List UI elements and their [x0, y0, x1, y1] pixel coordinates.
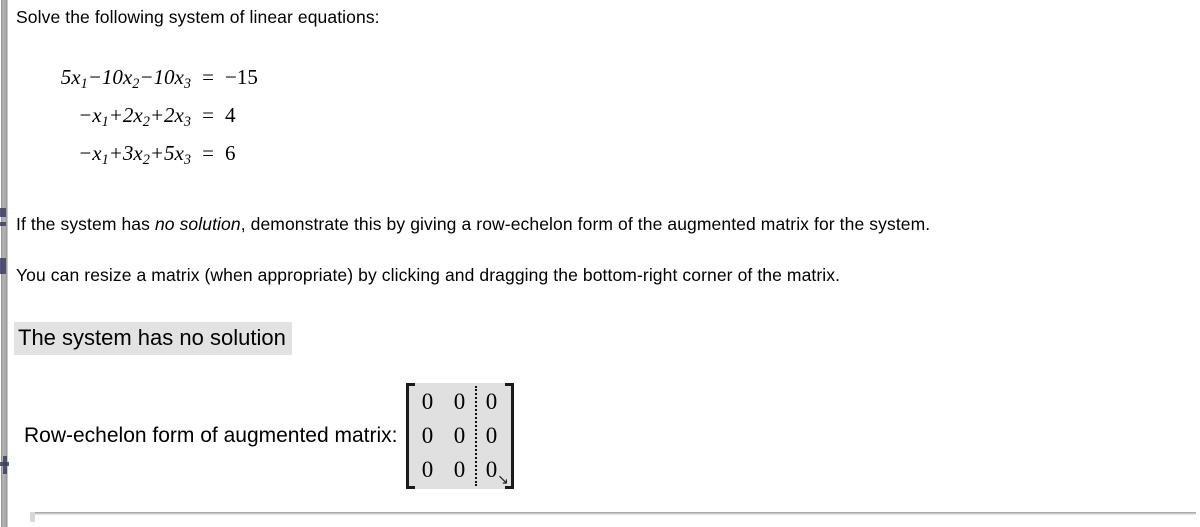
gutter-fragment	[0, 222, 6, 226]
equation-system: 5x1−10x2−10x3 = −15 −x1+2x2+2x3 = 4 −x1+…	[16, 65, 258, 179]
no-solution-instruction: If the system has no solution, demonstra…	[16, 214, 930, 235]
section-divider	[30, 512, 1196, 515]
equals-sign: =	[202, 141, 214, 165]
instruction-suffix: , demonstrate this by giving a row-echel…	[240, 214, 931, 234]
matrix-cell[interactable]: 0	[444, 385, 476, 419]
instruction-prefix: If the system has	[16, 214, 155, 234]
matrix-cell[interactable]: 0	[412, 419, 444, 453]
matrix-cell[interactable]: 0	[412, 385, 444, 419]
problem-content: Solve the following system of linear equ…	[14, 0, 1196, 527]
matrix-grid: 0 0 0 0 0 0 0 0 0	[412, 385, 508, 487]
matrix-cell[interactable]: 0	[476, 385, 508, 419]
matrix-cell[interactable]: 0	[444, 453, 476, 487]
equation-row: −x1+3x2+5x3 = 6	[16, 141, 258, 179]
gutter-fragment	[0, 208, 6, 217]
equation-rhs: 6	[225, 141, 236, 165]
gutter-fragment	[0, 258, 6, 274]
equation-lhs: 5x1−10x2−10x3	[60, 65, 191, 92]
augmented-divider	[474, 386, 477, 486]
equation-lhs: −x1+2x2+2x3	[78, 103, 191, 130]
resize-hint: You can resize a matrix (when appropriat…	[16, 265, 841, 285]
equation-rhs: −15	[225, 65, 258, 89]
equation-lhs: −x1+3x2+5x3	[78, 141, 191, 168]
equation-rhs: 4	[225, 103, 236, 127]
equals-sign: =	[202, 103, 214, 127]
problem-prompt: Solve the following system of linear equ…	[16, 7, 380, 27]
augmented-matrix[interactable]: 0 0 0 0 0 0 0 0 0 ↘	[405, 383, 514, 489]
matrix-cell[interactable]: 0	[412, 453, 444, 487]
gutter-fragment	[3, 456, 7, 474]
answer-statement[interactable]: The system has no solution	[14, 322, 292, 355]
matrix-cell[interactable]: 0	[476, 419, 508, 453]
matrix-resize-handle-icon[interactable]: ↘	[497, 472, 510, 486]
matrix-answer-row: Row-echelon form of augmented matrix: 0 …	[24, 380, 514, 492]
instruction-emphasis: no solution	[154, 214, 241, 234]
matrix-label: Row-echelon form of augmented matrix:	[24, 424, 398, 447]
equals-sign: =	[202, 65, 214, 89]
equation-row: −x1+2x2+2x3 = 4	[16, 103, 258, 141]
section-divider-cap	[30, 512, 35, 522]
matrix-cell[interactable]: 0	[444, 419, 476, 453]
page-root: Solve the following system of linear equ…	[0, 0, 1200, 527]
equation-row: 5x1−10x2−10x3 = −15	[16, 65, 258, 103]
